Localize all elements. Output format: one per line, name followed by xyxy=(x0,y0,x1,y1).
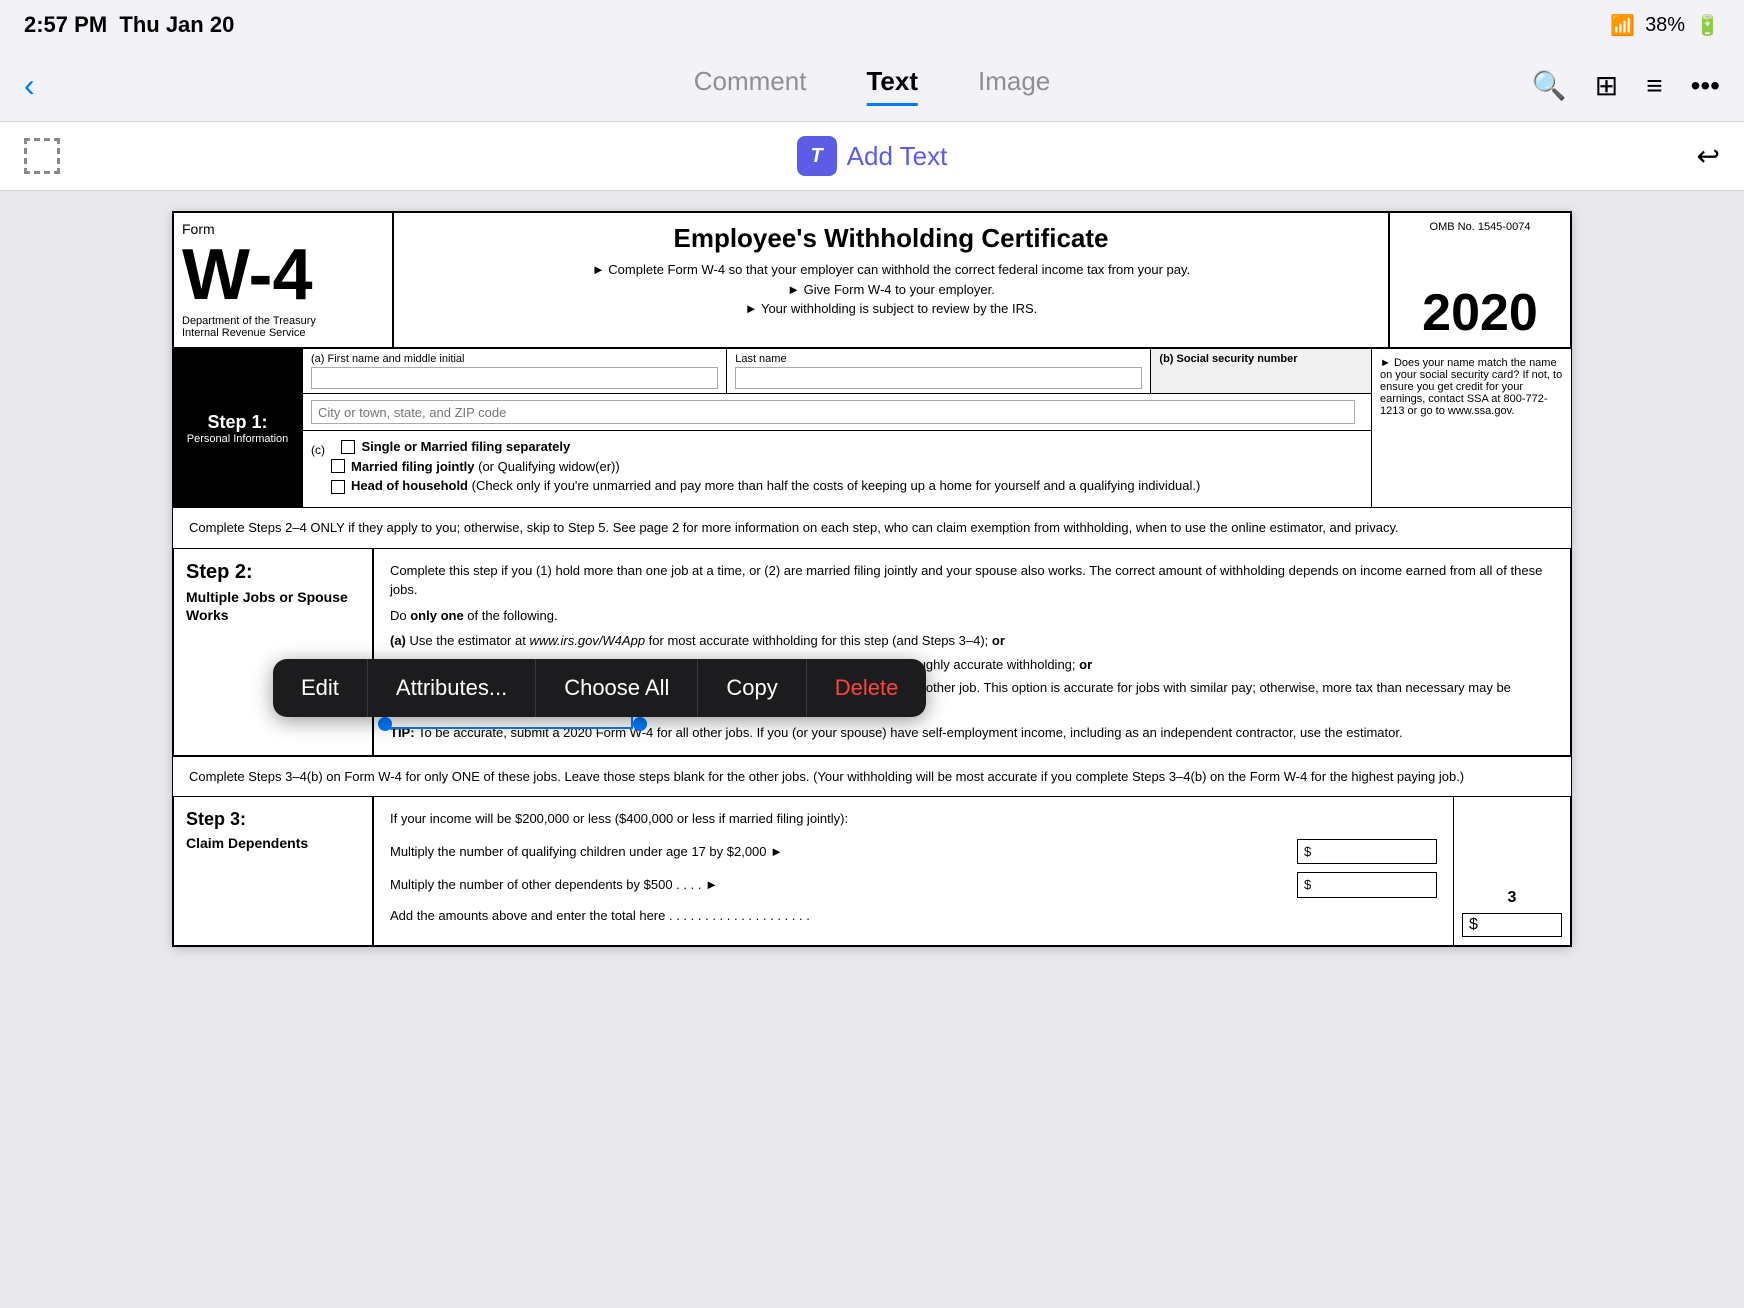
address-row xyxy=(303,394,1371,431)
add-text-icon: T xyxy=(797,136,837,176)
step2-title: Multiple Jobs or Spouse Works xyxy=(186,588,360,624)
add-text-bar: T Add Text ↩ xyxy=(0,122,1744,191)
step2-intro: Complete this step if you (1) hold more … xyxy=(390,561,1554,600)
filing-option-2: Married filing jointly (or Qualifying wi… xyxy=(331,459,620,474)
form-dept: Department of the Treasury Internal Reve… xyxy=(182,315,384,339)
document-area: Form W-4 Department of the Treasury Inte… xyxy=(0,191,1744,967)
step2-item-a: (a) Use the estimator at www.irs.gov/W4A… xyxy=(390,631,1554,651)
form-title: Employee's Withholding Certificate xyxy=(414,223,1368,254)
status-bar: 2:57 PM Thu Jan 20 📶 38% 🔋 xyxy=(0,0,1744,50)
toolbar: ‹ Comment Text Image 🔍 ⊞ ≡ ••• xyxy=(0,50,1744,122)
ssn-label: (b) Social security number xyxy=(1159,353,1363,365)
filing-status-row: (c) Single or Married filing separately … xyxy=(303,431,1371,507)
checkbox-single[interactable] xyxy=(341,440,355,454)
add-text-button[interactable]: T Add Text xyxy=(797,136,948,176)
status-time: 2:57 PM Thu Jan 20 xyxy=(24,12,234,38)
step3-total-field[interactable] xyxy=(1478,918,1548,933)
dependents-dollar-input[interactable]: $ xyxy=(1297,872,1437,898)
step3-number: Step 3: xyxy=(186,809,360,830)
tab-comment[interactable]: Comment xyxy=(694,66,807,106)
step2-number: Step 2: xyxy=(186,561,360,584)
checkbox-head[interactable] xyxy=(331,480,345,494)
step3-content: If your income will be $200,000 or less … xyxy=(374,797,1453,945)
first-name-input[interactable] xyxy=(311,367,718,389)
step34-note: Complete Steps 3–4(b) on Form W-4 for on… xyxy=(172,757,1572,798)
ssn-note: ► Does your name match the name on your … xyxy=(1371,349,1571,507)
step1-section: Step 1: Personal Information (a) First n… xyxy=(172,349,1572,508)
first-name-field: (a) First name and middle initial xyxy=(303,349,727,393)
filing-option-3: Head of household (Check only if you're … xyxy=(331,478,1200,494)
step3-section: Step 3: Claim Dependents If your income … xyxy=(172,797,1572,947)
dollar-sign-2: $ xyxy=(1304,875,1311,895)
context-delete[interactable]: Delete xyxy=(807,659,927,717)
step2-do-only: Do only one of the following. xyxy=(390,606,1554,626)
dollar-sign-3: $ xyxy=(1469,916,1478,934)
search-icon[interactable]: 🔍 xyxy=(1532,69,1567,102)
step3-title: Claim Dependents xyxy=(186,834,360,852)
form-header-right: OMB No. 1545-0074 2020 xyxy=(1390,213,1570,347)
context-attributes[interactable]: Attributes... xyxy=(368,659,536,717)
form-header: Form W-4 Department of the Treasury Inte… xyxy=(172,211,1572,349)
selection-handle-right[interactable] xyxy=(633,717,647,731)
battery-icon: 🔋 xyxy=(1695,13,1720,38)
ssn-field: (b) Social security number xyxy=(1151,349,1371,393)
tab-text[interactable]: Text xyxy=(866,66,918,106)
list-icon[interactable]: ≡ xyxy=(1646,70,1662,102)
step3-row-2: Multiply the number of other dependents … xyxy=(390,872,1437,898)
name-row: (a) First name and middle initial Last n… xyxy=(303,349,1371,394)
step3-row-number: 3 xyxy=(1508,889,1517,907)
context-copy[interactable]: Copy xyxy=(698,659,806,717)
step2-tip: TIP: To be accurate, submit a 2020 Form … xyxy=(390,723,1554,743)
children-amount-input[interactable] xyxy=(1311,844,1411,859)
form-label: Form W-4 xyxy=(182,221,384,311)
address-input[interactable] xyxy=(311,400,1355,424)
toolbar-right-icons: 🔍 ⊞ ≡ ••• xyxy=(1532,69,1720,102)
step2-content: Complete this step if you (1) hold more … xyxy=(374,549,1570,755)
step3-row-1: Multiply the number of qualifying childr… xyxy=(390,839,1437,865)
step3-intro: If your income will be $200,000 or less … xyxy=(390,809,1437,829)
last-name-label: Last name xyxy=(735,353,1142,365)
step2-label: Step 2: Multiple Jobs or Spouse Works xyxy=(174,549,374,755)
form-instructions: ► Complete Form W-4 so that your employe… xyxy=(414,260,1368,319)
toolbar-tabs: Comment Text Image xyxy=(694,66,1051,106)
add-text-label: Add Text xyxy=(847,141,948,172)
back-button[interactable]: ‹ xyxy=(24,67,35,104)
form-header-left: Form W-4 Department of the Treasury Inte… xyxy=(174,213,394,347)
step1-number: Step 1: xyxy=(207,412,267,433)
dependents-amount-input[interactable] xyxy=(1311,877,1411,892)
tab-image[interactable]: Image xyxy=(978,66,1050,106)
form-code: W-4 xyxy=(182,239,384,311)
step1-label: Step 1: Personal Information xyxy=(173,349,303,507)
first-name-label: (a) First name and middle initial xyxy=(311,353,718,365)
complete-note: Complete Steps 2–4 ONLY if they apply to… xyxy=(172,508,1572,549)
more-icon[interactable]: ••• xyxy=(1691,70,1720,102)
status-indicators: 📶 38% 🔋 xyxy=(1610,13,1720,38)
selection-marquee xyxy=(24,138,60,174)
year-2020: 2020 xyxy=(1422,287,1538,339)
step3-total-input[interactable]: $ xyxy=(1462,913,1562,937)
omb-text: OMB No. 1545-0074 xyxy=(1430,221,1531,233)
last-name-input[interactable] xyxy=(735,367,1142,389)
step3-label: Step 3: Claim Dependents xyxy=(174,797,374,945)
context-edit[interactable]: Edit xyxy=(273,659,368,717)
form-header-center: Employee's Withholding Certificate ► Com… xyxy=(394,213,1390,347)
form-w4: Form W-4 Department of the Treasury Inte… xyxy=(172,211,1572,947)
checkbox-married[interactable] xyxy=(331,459,345,473)
selection-handle-left[interactable] xyxy=(378,717,392,731)
dollar-sign-1: $ xyxy=(1304,842,1311,862)
step3-right: 3 $ xyxy=(1453,797,1570,945)
last-name-field: Last name xyxy=(727,349,1151,393)
children-dollar-input[interactable]: $ xyxy=(1297,839,1437,865)
context-menu: Edit Attributes... Choose All Copy Delet… xyxy=(273,659,926,717)
wifi-icon: 📶 xyxy=(1610,13,1635,38)
step1-sublabel: Personal Information xyxy=(187,433,289,445)
battery-indicator: 38% xyxy=(1645,14,1685,37)
grid-icon[interactable]: ⊞ xyxy=(1595,69,1618,102)
step1-fields: (a) First name and middle initial Last n… xyxy=(303,349,1371,507)
filing-label-c: (c) xyxy=(311,443,325,457)
undo-button[interactable]: ↩ xyxy=(1697,140,1720,173)
step3-row-3: Add the amounts above and enter the tota… xyxy=(390,906,1437,926)
context-choose-all[interactable]: Choose All xyxy=(536,659,698,717)
filing-option-1: Single or Married filing separately xyxy=(341,439,570,454)
